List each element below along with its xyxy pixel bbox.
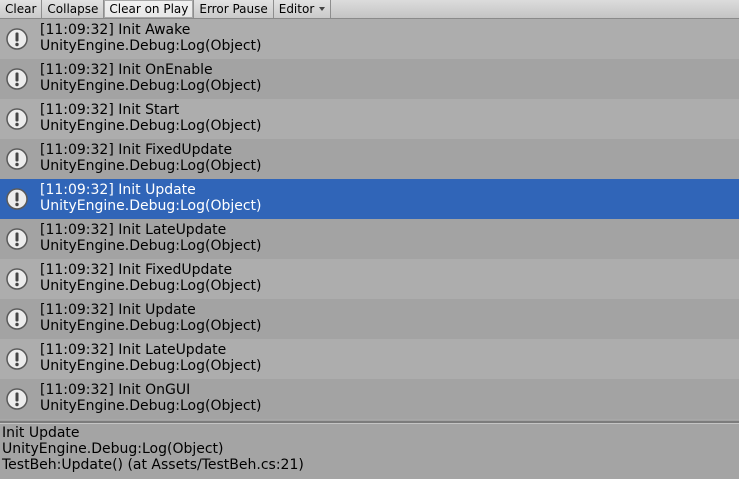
info-exclamation-icon [6,228,28,250]
log-stack: UnityEngine.Debug:Log(Object) [40,158,262,174]
log-message: [11:09:32] Init Update [40,182,196,198]
detail-message: Init Update [2,425,80,441]
info-exclamation-icon [6,268,28,290]
log-entry[interactable]: [11:09:32] Init Update UnityEngine.Debug… [0,299,739,339]
log-entry[interactable]: [11:09:32] Init OnGUI UnityEngine.Debug:… [0,379,739,419]
stacktrace-details[interactable]: Init Update UnityEngine.Debug:Log(Object… [0,424,739,479]
log-entry-selected[interactable]: [11:09:32] Init Update UnityEngine.Debug… [0,179,739,219]
log-entry[interactable]: [11:09:32] Init FixedUpdate UnityEngine.… [0,259,739,299]
clear-button[interactable]: Clear [0,0,43,18]
log-stack: UnityEngine.Debug:Log(Object) [40,238,262,254]
log-stack: UnityEngine.Debug:Log(Object) [40,198,262,214]
log-message: [11:09:32] Init Awake [40,22,191,38]
collapse-toggle[interactable]: Collapse [42,0,105,18]
log-message: [11:09:32] Init FixedUpdate [40,262,233,278]
log-message: [11:09:32] Init LateUpdate [40,342,227,358]
log-message: [11:09:32] Init LateUpdate [40,222,227,238]
clear-on-play-toggle[interactable]: Clear on Play [104,0,195,18]
info-exclamation-icon [6,68,28,90]
log-entry[interactable]: [11:09:32] Init Start UnityEngine.Debug:… [0,99,739,139]
console-toolbar: Clear Collapse Clear on Play Error Pause… [0,0,739,19]
info-exclamation-icon [6,308,28,330]
log-message: [11:09:32] Init OnEnable [40,62,213,78]
chevron-down-icon [319,7,326,11]
editor-dropdown-label: Editor [278,2,315,16]
log-message: [11:09:32] Init FixedUpdate [40,142,233,158]
log-entry[interactable]: [11:09:32] Init LateUpdate UnityEngine.D… [0,339,739,379]
log-entry[interactable]: [11:09:32] Init FixedUpdate UnityEngine.… [0,139,739,179]
toolbar-filler [331,0,739,18]
log-message: [11:09:32] Init Update [40,302,196,318]
log-entry[interactable]: [11:09:32] Init Awake UnityEngine.Debug:… [0,19,739,59]
info-exclamation-icon [6,188,28,210]
log-message: [11:09:32] Init OnGUI [40,382,191,398]
log-stack: UnityEngine.Debug:Log(Object) [40,398,262,414]
detail-stack-line: UnityEngine.Debug:Log(Object) [2,441,224,457]
log-stack: UnityEngine.Debug:Log(Object) [40,358,262,374]
info-exclamation-icon [6,108,28,130]
info-exclamation-icon [6,148,28,170]
log-entry[interactable]: [11:09:32] Init OnEnable UnityEngine.Deb… [0,59,739,99]
log-stack: UnityEngine.Debug:Log(Object) [40,318,262,334]
log-stack: UnityEngine.Debug:Log(Object) [40,78,262,94]
log-list[interactable]: [11:09:32] Init Awake UnityEngine.Debug:… [0,19,739,420]
log-stack: UnityEngine.Debug:Log(Object) [40,38,262,54]
info-exclamation-icon [6,348,28,370]
log-message: [11:09:32] Init Start [40,102,180,118]
log-entry[interactable]: [11:09:32] Init LateUpdate UnityEngine.D… [0,219,739,259]
editor-dropdown[interactable]: Editor [273,0,332,18]
detail-source-link[interactable]: TestBeh:Update() (at Assets/TestBeh.cs:2… [2,457,304,473]
info-exclamation-icon [6,388,28,410]
log-stack: UnityEngine.Debug:Log(Object) [40,118,262,134]
error-pause-toggle[interactable]: Error Pause [194,0,274,18]
log-stack: UnityEngine.Debug:Log(Object) [40,278,262,294]
info-exclamation-icon [6,28,28,50]
